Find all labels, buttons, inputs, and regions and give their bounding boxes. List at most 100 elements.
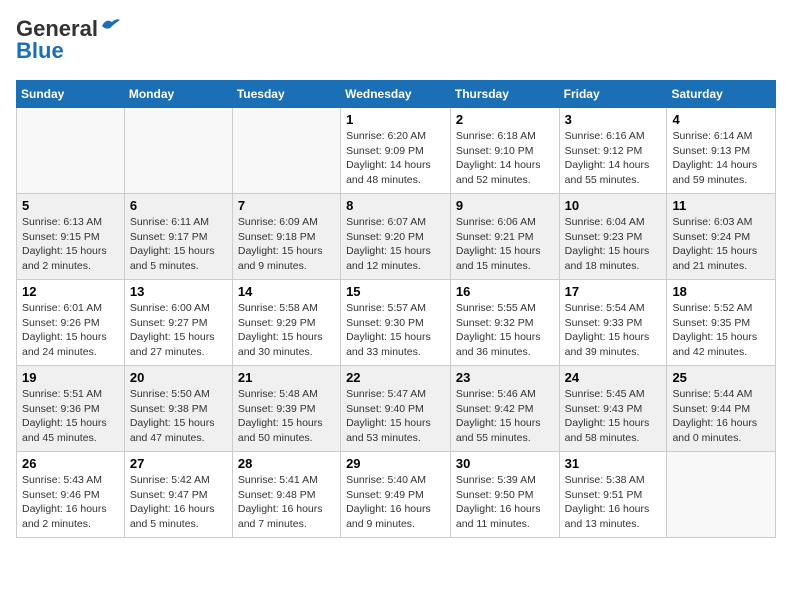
calendar-cell: 5Sunrise: 6:13 AM Sunset: 9:15 PM Daylig… xyxy=(17,194,125,280)
day-number: 18 xyxy=(672,284,770,299)
day-number: 9 xyxy=(456,198,554,213)
calendar-table: SundayMondayTuesdayWednesdayThursdayFrid… xyxy=(16,80,776,538)
day-info: Sunrise: 5:52 AM Sunset: 9:35 PM Dayligh… xyxy=(672,301,770,360)
day-info: Sunrise: 5:58 AM Sunset: 9:29 PM Dayligh… xyxy=(238,301,335,360)
day-info: Sunrise: 6:03 AM Sunset: 9:24 PM Dayligh… xyxy=(672,215,770,274)
calendar-cell: 28 Sunrise: 5:41 AM Sunset: 9:48 PM Dayli… xyxy=(232,452,340,538)
day-info: Sunrise: 6:20 AM Sunset: 9:09 PM Dayligh… xyxy=(346,129,445,188)
calendar-cell: 11 Sunrise: 6:03 AM Sunset: 9:24 PM Dayli… xyxy=(667,194,776,280)
calendar-cell: 6 Sunrise: 6:11 AM Sunset: 9:17 PM Daylig… xyxy=(124,194,232,280)
calendar-week-row: 19 Sunrise: 5:51 AM Sunset: 9:36 PM Dayli… xyxy=(17,366,776,452)
logo-blue: Blue xyxy=(16,38,64,64)
weekday-header: Wednesday xyxy=(341,81,451,108)
day-info: Sunrise: 6:16 AM Sunset: 9:12 PM Dayligh… xyxy=(565,129,662,188)
calendar-cell: 30 Sunrise: 5:39 AM Sunset: 9:50 PM Dayli… xyxy=(450,452,559,538)
day-info: Sunrise: 5:55 AM Sunset: 9:32 PM Dayligh… xyxy=(456,301,554,360)
calendar-cell xyxy=(124,108,232,194)
day-number: 23 xyxy=(456,370,554,385)
calendar-cell: 25 Sunrise: 5:44 AM Sunset: 9:44 PM Dayli… xyxy=(667,366,776,452)
day-number: 29 xyxy=(346,456,445,471)
calendar-cell: 12 Sunrise: 6:01 AM Sunset: 9:26 PM Dayli… xyxy=(17,280,125,366)
day-number: 10 xyxy=(565,198,662,213)
day-number: 17 xyxy=(565,284,662,299)
day-info: Sunrise: 6:06 AM Sunset: 9:21 PM Dayligh… xyxy=(456,215,554,274)
day-number: 28 xyxy=(238,456,335,471)
calendar-cell: 15Sunrise: 5:57 AM Sunset: 9:30 PM Dayli… xyxy=(341,280,451,366)
day-info: Sunrise: 5:38 AM Sunset: 9:51 PM Dayligh… xyxy=(565,473,662,532)
calendar-cell xyxy=(17,108,125,194)
day-info: Sunrise: 5:45 AM Sunset: 9:43 PM Dayligh… xyxy=(565,387,662,446)
day-info: Sunrise: 6:11 AM Sunset: 9:17 PM Dayligh… xyxy=(130,215,227,274)
page-header: General Blue xyxy=(16,16,776,64)
day-number: 16 xyxy=(456,284,554,299)
calendar-week-row: 26Sunrise: 5:43 AM Sunset: 9:46 PM Dayli… xyxy=(17,452,776,538)
weekday-header: Monday xyxy=(124,81,232,108)
calendar-cell: 2 Sunrise: 6:18 AM Sunset: 9:10 PM Daylig… xyxy=(450,108,559,194)
logo-bird-icon xyxy=(100,16,122,34)
calendar-cell: 8 Sunrise: 6:07 AM Sunset: 9:20 PM Daylig… xyxy=(341,194,451,280)
calendar-cell: 3 Sunrise: 6:16 AM Sunset: 9:12 PM Daylig… xyxy=(559,108,667,194)
calendar-cell: 18 Sunrise: 5:52 AM Sunset: 9:35 PM Dayli… xyxy=(667,280,776,366)
calendar-week-row: 1Sunrise: 6:20 AM Sunset: 9:09 PM Daylig… xyxy=(17,108,776,194)
day-number: 31 xyxy=(565,456,662,471)
day-number: 13 xyxy=(130,284,227,299)
day-info: Sunrise: 6:13 AM Sunset: 9:15 PM Dayligh… xyxy=(22,215,119,274)
day-info: Sunrise: 6:14 AM Sunset: 9:13 PM Dayligh… xyxy=(672,129,770,188)
calendar-cell: 14 Sunrise: 5:58 AM Sunset: 9:29 PM Dayli… xyxy=(232,280,340,366)
calendar-cell: 29 Sunrise: 5:40 AM Sunset: 9:49 PM Dayli… xyxy=(341,452,451,538)
day-info: Sunrise: 6:04 AM Sunset: 9:23 PM Dayligh… xyxy=(565,215,662,274)
calendar-cell: 10 Sunrise: 6:04 AM Sunset: 9:23 PM Dayli… xyxy=(559,194,667,280)
day-number: 7 xyxy=(238,198,335,213)
calendar-cell: 13 Sunrise: 6:00 AM Sunset: 9:27 PM Dayli… xyxy=(124,280,232,366)
day-info: Sunrise: 5:57 AM Sunset: 9:30 PM Dayligh… xyxy=(346,301,445,360)
calendar-header-row: SundayMondayTuesdayWednesdayThursdayFrid… xyxy=(17,81,776,108)
day-number: 25 xyxy=(672,370,770,385)
day-number: 12 xyxy=(22,284,119,299)
day-info: Sunrise: 5:39 AM Sunset: 9:50 PM Dayligh… xyxy=(456,473,554,532)
calendar-cell xyxy=(232,108,340,194)
calendar-cell: 21Sunrise: 5:48 AM Sunset: 9:39 PM Dayli… xyxy=(232,366,340,452)
day-info: Sunrise: 5:54 AM Sunset: 9:33 PM Dayligh… xyxy=(565,301,662,360)
calendar-cell: 4 Sunrise: 6:14 AM Sunset: 9:13 PM Daylig… xyxy=(667,108,776,194)
day-number: 14 xyxy=(238,284,335,299)
day-number: 24 xyxy=(565,370,662,385)
day-number: 2 xyxy=(456,112,554,127)
day-number: 26 xyxy=(22,456,119,471)
day-number: 3 xyxy=(565,112,662,127)
day-info: Sunrise: 6:00 AM Sunset: 9:27 PM Dayligh… xyxy=(130,301,227,360)
day-info: Sunrise: 5:42 AM Sunset: 9:47 PM Dayligh… xyxy=(130,473,227,532)
day-info: Sunrise: 5:40 AM Sunset: 9:49 PM Dayligh… xyxy=(346,473,445,532)
day-number: 20 xyxy=(130,370,227,385)
day-number: 11 xyxy=(672,198,770,213)
day-number: 8 xyxy=(346,198,445,213)
day-info: Sunrise: 5:46 AM Sunset: 9:42 PM Dayligh… xyxy=(456,387,554,446)
day-info: Sunrise: 5:51 AM Sunset: 9:36 PM Dayligh… xyxy=(22,387,119,446)
day-number: 6 xyxy=(130,198,227,213)
weekday-header: Tuesday xyxy=(232,81,340,108)
day-info: Sunrise: 5:44 AM Sunset: 9:44 PM Dayligh… xyxy=(672,387,770,446)
calendar-cell: 26Sunrise: 5:43 AM Sunset: 9:46 PM Dayli… xyxy=(17,452,125,538)
day-info: Sunrise: 6:07 AM Sunset: 9:20 PM Dayligh… xyxy=(346,215,445,274)
calendar-cell: 17 Sunrise: 5:54 AM Sunset: 9:33 PM Dayli… xyxy=(559,280,667,366)
calendar-week-row: 5Sunrise: 6:13 AM Sunset: 9:15 PM Daylig… xyxy=(17,194,776,280)
weekday-header: Thursday xyxy=(450,81,559,108)
day-info: Sunrise: 5:41 AM Sunset: 9:48 PM Dayligh… xyxy=(238,473,335,532)
calendar-cell: 22Sunrise: 5:47 AM Sunset: 9:40 PM Dayli… xyxy=(341,366,451,452)
day-info: Sunrise: 6:01 AM Sunset: 9:26 PM Dayligh… xyxy=(22,301,119,360)
weekday-header: Friday xyxy=(559,81,667,108)
day-info: Sunrise: 6:09 AM Sunset: 9:18 PM Dayligh… xyxy=(238,215,335,274)
day-number: 4 xyxy=(672,112,770,127)
logo: General Blue xyxy=(16,16,122,64)
day-info: Sunrise: 5:47 AM Sunset: 9:40 PM Dayligh… xyxy=(346,387,445,446)
day-number: 27 xyxy=(130,456,227,471)
calendar-cell: 23 Sunrise: 5:46 AM Sunset: 9:42 PM Dayli… xyxy=(450,366,559,452)
weekday-header: Sunday xyxy=(17,81,125,108)
day-info: Sunrise: 6:18 AM Sunset: 9:10 PM Dayligh… xyxy=(456,129,554,188)
day-info: Sunrise: 5:48 AM Sunset: 9:39 PM Dayligh… xyxy=(238,387,335,446)
calendar-cell: 16 Sunrise: 5:55 AM Sunset: 9:32 PM Dayli… xyxy=(450,280,559,366)
day-number: 30 xyxy=(456,456,554,471)
weekday-header: Saturday xyxy=(667,81,776,108)
day-number: 19 xyxy=(22,370,119,385)
calendar-cell: 24 Sunrise: 5:45 AM Sunset: 9:43 PM Dayli… xyxy=(559,366,667,452)
calendar-cell: 20Sunrise: 5:50 AM Sunset: 9:38 PM Dayli… xyxy=(124,366,232,452)
